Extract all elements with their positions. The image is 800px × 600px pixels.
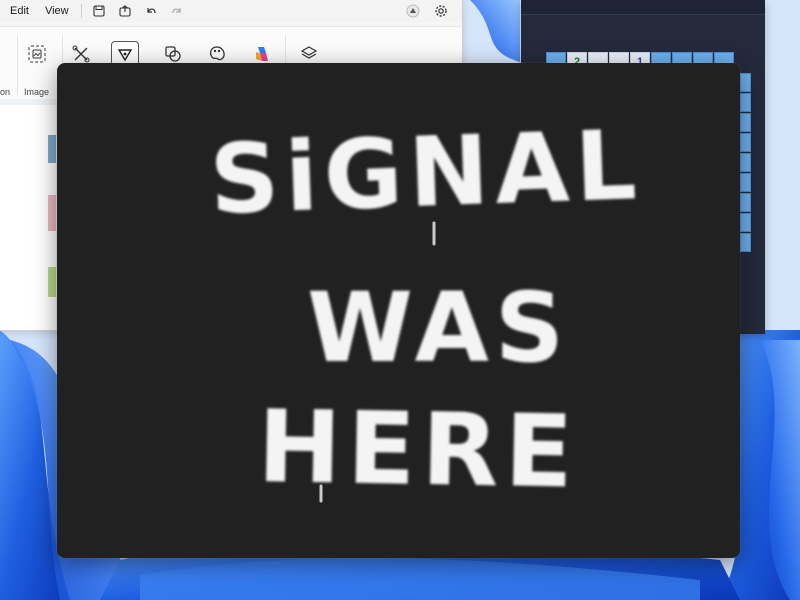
mine-cell[interactable] [740,173,751,192]
mine-cell[interactable] [740,213,751,232]
graffiti-line-3: HERE [257,388,580,511]
mine-cell[interactable] [740,133,751,152]
ribbon-label-selection: on [0,87,11,97]
graffiti-line-1: SiGNAL [208,109,644,236]
profile-icon[interactable] [404,2,422,20]
canvas-swatch [48,195,56,231]
save-icon[interactable] [90,2,108,20]
undo-icon[interactable] [142,2,160,20]
graffiti-line-2: WAS [307,272,570,384]
image-select-icon[interactable] [24,41,50,67]
canvas-swatch [48,267,56,297]
mine-cell[interactable] [740,153,751,172]
signal-window[interactable]: SiGNAL WAS HERE [57,63,740,558]
menu-edit[interactable]: Edit [6,3,33,19]
ribbon-label-image: Image [24,87,50,97]
redo-icon[interactable] [168,2,186,20]
mine-cell[interactable] [740,93,751,112]
share-icon[interactable] [116,2,134,20]
menu-view[interactable]: View [41,3,73,19]
canvas-swatch [48,135,56,163]
menu-bar: Edit View [0,0,462,22]
mine-cell[interactable] [740,73,751,92]
mine-cell[interactable] [740,113,751,132]
mine-cell[interactable] [740,193,751,212]
graffiti-canvas: SiGNAL WAS HERE [208,109,644,511]
game-title-bar [521,0,765,15]
menu-separator [80,4,82,18]
menu-right-group [404,2,462,20]
ribbon-separator [17,35,18,95]
settings-icon[interactable] [432,2,450,20]
mine-cell[interactable] [740,233,751,252]
